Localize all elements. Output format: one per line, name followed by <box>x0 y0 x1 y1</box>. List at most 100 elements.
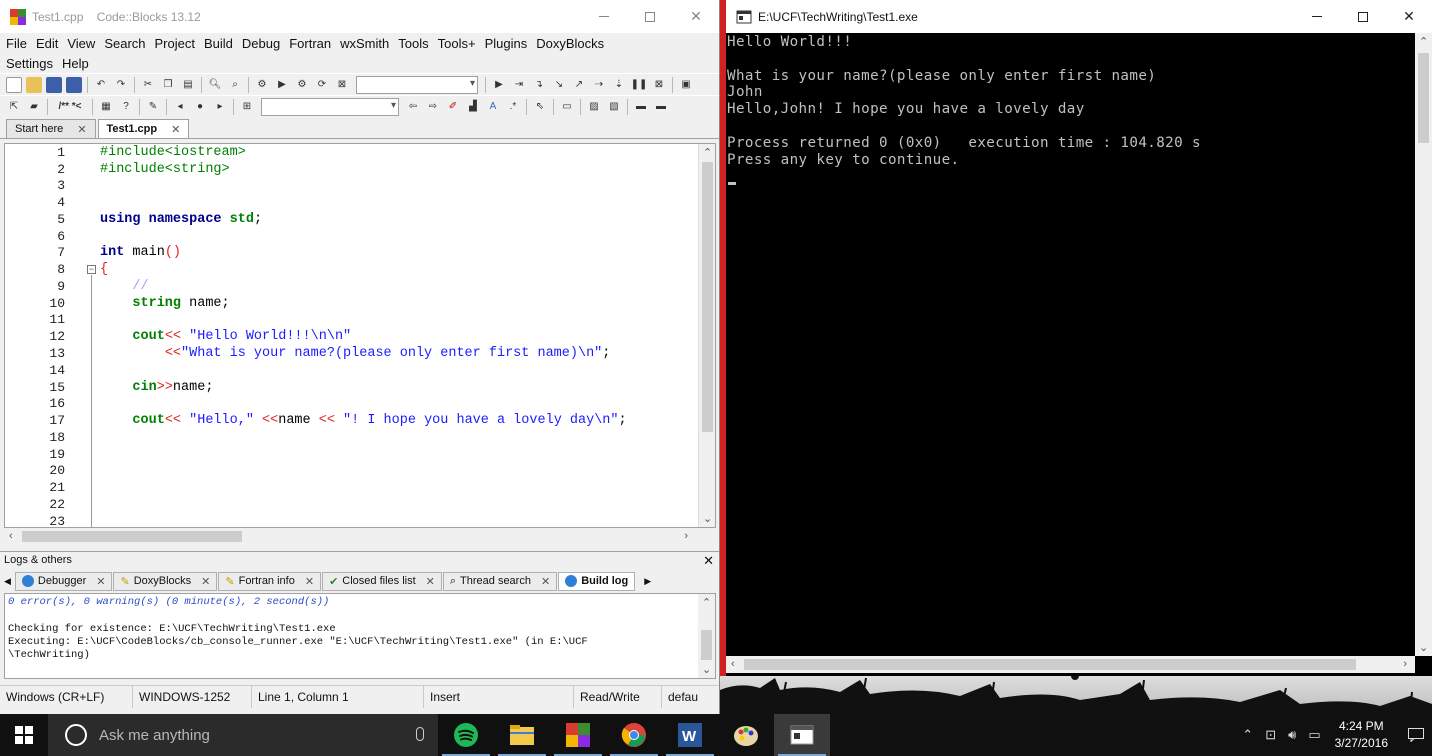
pause-icon[interactable]: ❚❚ <box>631 77 648 93</box>
forward-icon[interactable]: ⇨ <box>425 99 441 115</box>
menu-wxsmith[interactable]: wxSmith <box>340 36 389 51</box>
cortana-search-box[interactable]: Ask me anything <box>48 714 438 756</box>
jump-icon[interactable]: ⇱ <box>6 99 22 115</box>
scrollbar-thumb[interactable] <box>744 659 1356 670</box>
find-icon[interactable]: 🔍︎ <box>207 77 223 93</box>
step-into-icon[interactable]: ↘ <box>551 77 567 93</box>
step-out-icon[interactable]: ↗ <box>571 77 587 93</box>
tab-close-icon[interactable]: ✕ <box>426 575 435 588</box>
scroll-up-icon[interactable]: ⌃ <box>702 596 711 609</box>
image-icon[interactable]: ▨ <box>586 99 602 115</box>
microphone-icon[interactable] <box>416 727 424 741</box>
codeblocks-icon[interactable] <box>550 714 606 756</box>
scroll-left-icon[interactable]: ‹ <box>731 658 735 670</box>
scroll-up-icon[interactable]: ⌃ <box>703 146 712 159</box>
regex-icon[interactable]: .* <box>505 99 521 115</box>
scrollbar-thumb[interactable] <box>22 531 242 542</box>
scroll-right-icon[interactable]: › <box>1403 658 1407 670</box>
copy-icon[interactable]: ❐ <box>160 77 176 93</box>
console-titlebar[interactable]: E:\UCF\TechWriting\Test1.exe ✕ <box>726 0 1432 33</box>
scrollbar-thumb[interactable] <box>701 630 712 660</box>
tab-close-icon[interactable]: ✕ <box>305 575 314 588</box>
new-file-icon[interactable] <box>6 76 22 93</box>
menu-tools-plus[interactable]: Tools+ <box>438 36 476 51</box>
paint-icon[interactable] <box>718 714 774 756</box>
tab-debugger[interactable]: Debugger ✕ <box>14 571 113 591</box>
spotify-icon[interactable] <box>438 714 494 756</box>
dot-icon[interactable]: ● <box>192 99 208 115</box>
menu-fortran[interactable]: Fortran <box>289 36 331 51</box>
tab-close-icon[interactable]: ✕ <box>171 123 180 136</box>
stop-icon[interactable]: ⊠ <box>651 77 667 93</box>
console-vertical-scrollbar[interactable]: ⌃ ⌄ <box>1415 33 1432 656</box>
tab-start-here[interactable]: Start here ✕ <box>6 119 96 138</box>
tab-close-icon[interactable]: ✕ <box>201 575 210 588</box>
debug-windows-icon[interactable]: ▣ <box>678 77 694 93</box>
menu-debug[interactable]: Debug <box>242 36 280 51</box>
scroll-down-icon[interactable]: ⌄ <box>703 512 712 525</box>
build-log-output[interactable]: 0 error(s), 0 warning(s) (0 minute(s), 2… <box>4 593 716 679</box>
prev-icon[interactable]: ◂ <box>172 99 188 115</box>
next-line-icon[interactable]: ↴ <box>531 77 547 93</box>
menu-search[interactable]: Search <box>104 36 145 51</box>
tab-close-icon[interactable]: ✕ <box>77 123 86 136</box>
tab-close-icon[interactable]: ✕ <box>541 575 550 588</box>
tab-test1-cpp[interactable]: Test1.cpp ✕ <box>97 119 190 138</box>
tabs-scroll-right-icon[interactable]: ▶ <box>644 576 651 587</box>
redo-icon[interactable]: ↷ <box>113 77 129 93</box>
tools-icon[interactable]: ✎ <box>145 99 161 115</box>
rebuild-icon[interactable]: ⟳ <box>314 77 330 93</box>
tab-closed-files-list[interactable]: ✔ Closed files list ✕ <box>322 571 442 591</box>
tab-close-icon[interactable]: ✕ <box>96 575 105 588</box>
tab-fortran-info[interactable]: ✎ Fortran info ✕ <box>218 571 322 591</box>
build-and-run-icon[interactable]: ⚙ <box>294 77 310 93</box>
code-completion-icon[interactable]: ⊞ <box>239 99 255 115</box>
log-vertical-scrollbar[interactable]: ⌃ ⌄ <box>698 594 715 678</box>
next-icon[interactable]: ▸ <box>212 99 228 115</box>
menu-tools[interactable]: Tools <box>398 36 428 51</box>
scrollbar-thumb[interactable] <box>702 162 713 432</box>
close-button[interactable]: ✕ <box>1386 0 1432 33</box>
scroll-up-icon[interactable]: ⌃ <box>1419 35 1428 48</box>
run-icon[interactable]: ▶ <box>274 77 290 93</box>
menu-project[interactable]: Project <box>155 36 195 51</box>
doxy-help-icon[interactable]: ? <box>118 99 134 115</box>
back-icon[interactable]: ⇦ <box>405 99 421 115</box>
doxy-extract-icon[interactable]: ▦ <box>98 99 114 115</box>
minimize-button[interactable] <box>581 0 627 33</box>
font-icon[interactable]: A <box>485 99 501 115</box>
tab-doxyblocks[interactable]: ✎ DoxyBlocks ✕ <box>113 571 218 591</box>
maximize-button[interactable] <box>1340 0 1386 33</box>
tab-build-log[interactable]: Build log <box>558 571 636 591</box>
panel2-icon[interactable]: ▬ <box>653 99 669 115</box>
console-output[interactable]: Hello World!!! What is your name?(please… <box>726 33 1415 656</box>
cut-icon[interactable]: ✂ <box>140 77 156 93</box>
scroll-left-icon[interactable]: ‹ <box>9 530 13 542</box>
build-target-select[interactable] <box>356 75 478 94</box>
save-icon[interactable] <box>46 76 62 93</box>
debug-run-icon[interactable]: ▶ <box>491 77 507 93</box>
menu-doxyblocks[interactable]: DoxyBlocks <box>536 36 604 51</box>
scroll-down-icon[interactable]: ⌄ <box>1419 641 1428 654</box>
console-icon[interactable] <box>774 714 830 756</box>
rect-icon[interactable]: ▭ <box>559 99 575 115</box>
close-button[interactable]: ✕ <box>673 0 719 33</box>
scope-select[interactable] <box>261 97 399 116</box>
editor-vertical-scrollbar[interactable]: ⌃ ⌄ <box>698 144 715 527</box>
close-icon[interactable]: ✕ <box>703 553 714 569</box>
scrollbar-thumb[interactable] <box>1418 53 1429 143</box>
notification-center-icon[interactable] <box>1400 714 1432 756</box>
word-icon[interactable]: W <box>662 714 718 756</box>
bookmark-icon[interactable]: ▰ <box>26 99 42 115</box>
chrome-icon[interactable] <box>606 714 662 756</box>
network-icon[interactable]: ⊡ <box>1265 727 1276 743</box>
open-file-icon[interactable] <box>26 76 42 93</box>
step-instruction-icon[interactable]: ⇣ <box>611 77 627 93</box>
code-editor[interactable]: 1 2 3 4 5 6 7 8 9 10 11 12 13 14 15 16 1… <box>4 143 716 528</box>
tab-thread-search[interactable]: ⌕ Thread search ✕ <box>442 571 558 591</box>
message-icon[interactable]: ▭ <box>1308 727 1320 743</box>
pointer-icon[interactable]: ⇖ <box>532 99 548 115</box>
menu-settings[interactable]: Settings <box>6 56 53 71</box>
highlight-icon[interactable]: ✐ <box>445 99 461 115</box>
tabs-scroll-left-icon[interactable]: ◀ <box>4 576 11 587</box>
